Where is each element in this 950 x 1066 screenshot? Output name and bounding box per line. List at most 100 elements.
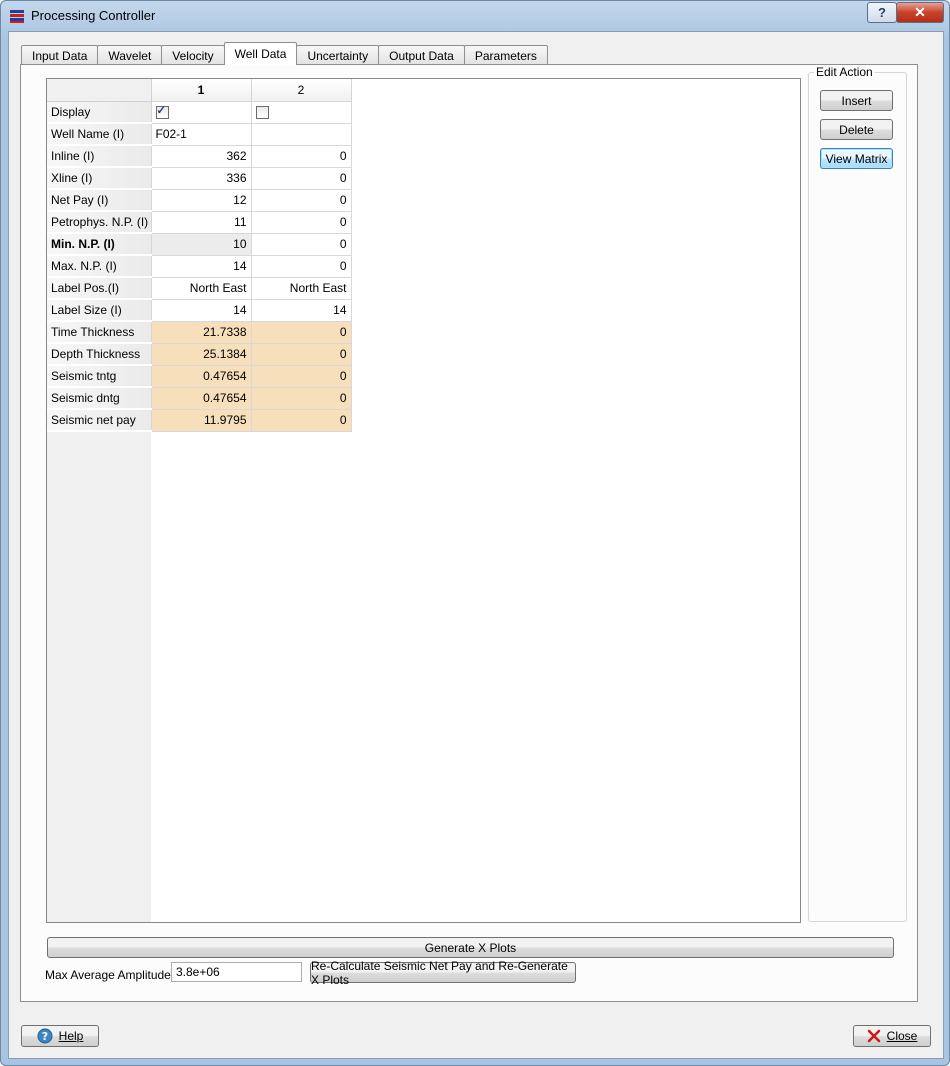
- edit-action-group: [808, 72, 907, 922]
- table-cell[interactable]: 0: [251, 211, 352, 234]
- table-cell[interactable]: 0: [251, 387, 352, 410]
- well-data-grid: 12DisplayWell Name (I)F02-1Inline (I)362…: [47, 79, 352, 432]
- table-cell[interactable]: 0: [251, 343, 352, 366]
- delete-button[interactable]: Delete: [820, 119, 893, 140]
- grid-corner[interactable]: [47, 79, 152, 102]
- row-header[interactable]: Display: [47, 101, 152, 124]
- table-cell[interactable]: F02-1: [151, 123, 252, 146]
- table-cell[interactable]: 0.47654: [151, 365, 252, 388]
- table-cell[interactable]: 14: [151, 255, 252, 278]
- table-cell[interactable]: 25.1384: [151, 343, 252, 366]
- close-button[interactable]: Close: [853, 1025, 931, 1047]
- title-close-button[interactable]: ✕: [896, 2, 944, 23]
- table-cell[interactable]: 10: [151, 233, 252, 256]
- column-header-2[interactable]: 2: [251, 79, 352, 102]
- app-icon: [10, 10, 24, 23]
- tab-uncertainty[interactable]: Uncertainty: [296, 45, 380, 65]
- table-cell[interactable]: 0: [251, 255, 352, 278]
- table-row: Label Pos.(I) North East North East: [47, 277, 352, 300]
- question-icon: ?: [878, 5, 886, 20]
- svg-text:?: ?: [41, 1030, 47, 1043]
- row-header[interactable]: Petrophys. N.P. (I): [47, 211, 152, 234]
- column-header-1[interactable]: 1: [151, 79, 252, 102]
- row-header[interactable]: Label Pos.(I): [47, 277, 152, 300]
- tab-velocity[interactable]: Velocity: [161, 45, 225, 65]
- recalculate-button[interactable]: Re-Calculate Seismic Net Pay and Re-Gene…: [310, 959, 576, 987]
- row-header[interactable]: Seismic dntg: [47, 387, 152, 410]
- table-row: Seismic dntg 0.47654 0: [47, 387, 352, 410]
- table-row: Well Name (I) F02-1: [47, 123, 352, 146]
- table-cell[interactable]: 0: [251, 189, 352, 212]
- generate-x-plots-button[interactable]: Generate X Plots: [47, 937, 894, 958]
- checked-checkbox[interactable]: [155, 104, 169, 120]
- processing-controller-window: Processing Controller ? ✕ Input Data Wave…: [0, 0, 950, 1066]
- table-cell[interactable]: 12: [151, 189, 252, 212]
- tab-bar: Input Data Wavelet Velocity Well Data Uncert…: [21, 42, 548, 65]
- table-cell[interactable]: 336: [151, 167, 252, 190]
- table-cell[interactable]: [251, 123, 352, 146]
- insert-button[interactable]: Insert: [820, 90, 893, 111]
- row-header[interactable]: Xline (I): [47, 167, 152, 190]
- tab-well-data[interactable]: Well Data: [223, 42, 298, 65]
- row-header[interactable]: Seismic tntg: [47, 365, 152, 388]
- tab-parameters[interactable]: Parameters: [463, 45, 548, 65]
- help-label: Help: [58, 1029, 84, 1043]
- table-cell[interactable]: 14: [151, 299, 252, 322]
- table-cell[interactable]: 11: [151, 211, 252, 234]
- table-cell[interactable]: 0: [251, 409, 352, 432]
- row-header[interactable]: Inline (I): [47, 145, 152, 168]
- table-cell[interactable]: 0: [251, 321, 352, 344]
- table-row: Petrophys. N.P. (I) 11 0: [47, 211, 352, 234]
- client-area: Input Data Wavelet Velocity Well Data Uncert…: [8, 31, 944, 1059]
- table-cell[interactable]: 0: [251, 365, 352, 388]
- edit-action-title: Edit Action: [814, 65, 875, 79]
- row-header[interactable]: Depth Thickness: [47, 343, 152, 366]
- row-header[interactable]: Max. N.P. (I): [47, 255, 152, 278]
- window-title: Processing Controller: [31, 8, 156, 23]
- row-header[interactable]: Seismic net pay: [47, 409, 152, 432]
- table-row: Net Pay (I) 12 0: [47, 189, 352, 212]
- view-matrix-button[interactable]: View Matrix: [820, 148, 893, 169]
- row-header[interactable]: Label Size (I): [47, 299, 152, 322]
- table-row: Display: [47, 101, 352, 124]
- display-checkbox-cell[interactable]: [251, 101, 352, 124]
- table-row: Xline (I) 336 0: [47, 167, 352, 190]
- table-row: Time Thickness 21.7338 0: [47, 321, 352, 344]
- table-row: Inline (I) 362 0: [47, 145, 352, 168]
- close-icon: ✕: [914, 4, 926, 20]
- table-row: Min. N.P. (I) 10 0: [47, 233, 352, 256]
- table-row: Label Size (I) 14 14: [47, 299, 352, 322]
- table-row: Depth Thickness 25.1384 0: [47, 343, 352, 366]
- well-data-panel: 12DisplayWell Name (I)F02-1Inline (I)362…: [20, 64, 918, 1002]
- tab-input-data[interactable]: Input Data: [21, 45, 99, 65]
- help-icon: ?: [37, 1028, 53, 1044]
- row-header[interactable]: Net Pay (I): [47, 189, 152, 212]
- title-bar[interactable]: Processing Controller ? ✕: [1, 1, 949, 31]
- tab-wavelet[interactable]: Wavelet: [97, 45, 163, 65]
- table-cell[interactable]: North East: [151, 277, 252, 300]
- max-average-amplitude-input[interactable]: 3.8e+06: [171, 962, 302, 982]
- table-row: Max. N.P. (I) 14 0: [47, 255, 352, 278]
- row-header[interactable]: Time Thickness: [47, 321, 152, 344]
- table-cell[interactable]: 0: [251, 145, 352, 168]
- table-cell[interactable]: 0.47654: [151, 387, 252, 410]
- grid-header-row: 12: [47, 79, 352, 102]
- help-button[interactable]: ? Help: [21, 1025, 99, 1047]
- table-cell[interactable]: 11.9795: [151, 409, 252, 432]
- table-row: Seismic net pay 11.9795 0: [47, 409, 352, 432]
- close-label: Close: [886, 1029, 918, 1043]
- table-cell[interactable]: 0: [251, 233, 352, 256]
- unchecked-checkbox[interactable]: [255, 106, 269, 120]
- table-cell[interactable]: North East: [251, 277, 352, 300]
- display-checkbox-cell[interactable]: [151, 101, 252, 124]
- close-x-icon: [867, 1029, 880, 1043]
- table-cell[interactable]: 0: [251, 167, 352, 190]
- row-header[interactable]: Well Name (I): [47, 123, 152, 146]
- tab-output-data[interactable]: Output Data: [378, 45, 465, 65]
- well-data-table[interactable]: 12DisplayWell Name (I)F02-1Inline (I)362…: [46, 78, 801, 923]
- table-cell[interactable]: 362: [151, 145, 252, 168]
- row-header[interactable]: Min. N.P. (I): [47, 233, 152, 256]
- table-cell[interactable]: 14: [251, 299, 352, 322]
- title-help-button[interactable]: ?: [867, 2, 897, 23]
- table-cell[interactable]: 21.7338: [151, 321, 252, 344]
